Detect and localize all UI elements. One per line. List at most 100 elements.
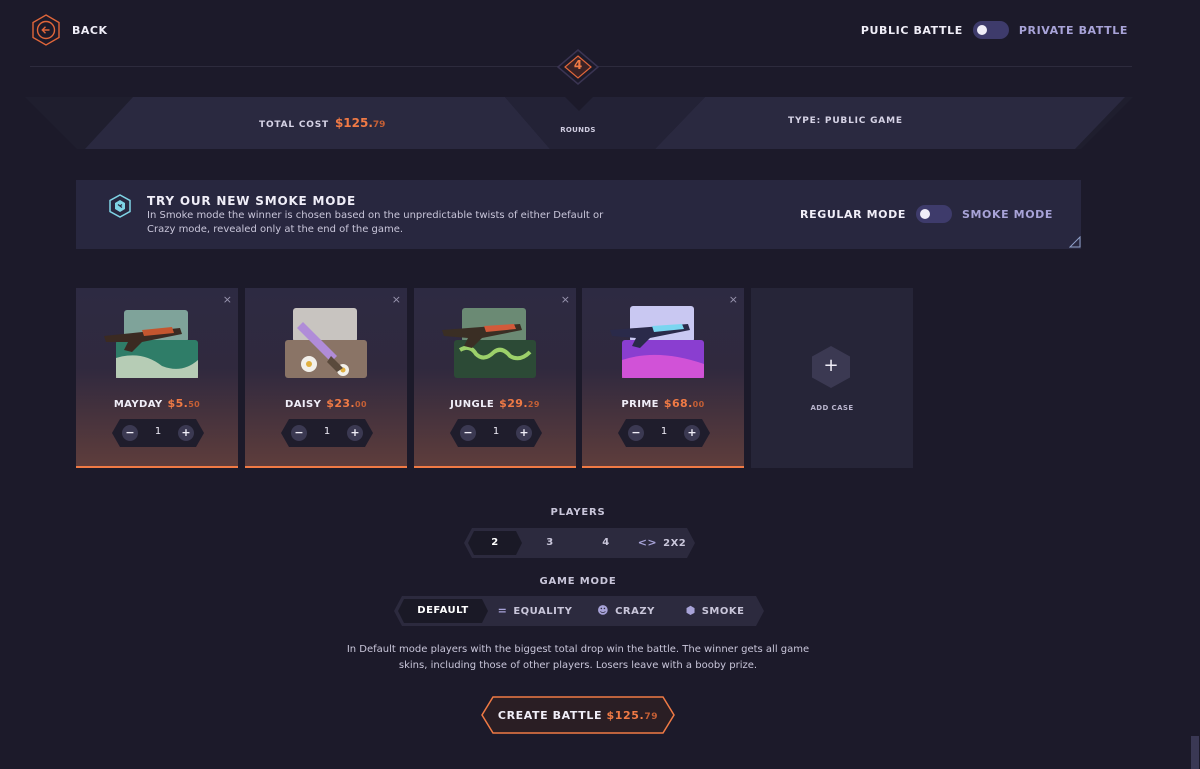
smoke-mode-toggle[interactable] — [915, 205, 952, 223]
players-option-2x2[interactable]: <> 2X2 — [634, 528, 690, 558]
toggle-knob — [976, 25, 987, 35]
quantity-value: 1 — [323, 426, 331, 437]
decrement-button[interactable]: − — [628, 425, 644, 441]
game-mode-label: GAME MODE — [539, 576, 617, 587]
plus-icon: + — [823, 355, 839, 376]
players-option-4[interactable]: 4 — [580, 528, 632, 558]
quantity-value: 1 — [492, 426, 500, 437]
total-cost: TOTAL COST $125.79 — [259, 116, 385, 130]
quantity-stepper: − 1 + — [281, 419, 373, 447]
case-price: $29. — [499, 397, 528, 410]
game-mode-description: In Default mode players with the biggest… — [0, 642, 1156, 674]
case-price: $23. — [326, 397, 356, 410]
back-button[interactable]: BACK — [30, 14, 108, 46]
smoke-mode-label[interactable]: SMOKE MODE — [962, 208, 1053, 221]
increment-button[interactable]: + — [516, 425, 532, 441]
remove-case-icon[interactable]: × — [392, 293, 401, 306]
case-name-row: MAYDAY $5.50 — [76, 397, 238, 410]
total-cost-label: TOTAL COST — [259, 120, 329, 130]
scrollbar-thumb[interactable] — [1191, 736, 1199, 769]
case-card-daisy: × DAISY $23.00 − 1 + — [245, 288, 407, 468]
quantity-value: 1 — [660, 426, 668, 437]
remove-case-icon[interactable]: × — [561, 293, 570, 306]
add-case-label: ADD CASE — [810, 404, 854, 412]
create-battle-text: CREATE BATTLE $125.79 — [481, 709, 675, 722]
crazy-face-icon: ☻ — [597, 604, 610, 617]
smoke-icon: ⬢ — [685, 604, 696, 617]
resize-corner-icon — [1069, 236, 1081, 248]
battle-privacy-switch: PUBLIC BATTLE PRIVATE BATTLE — [861, 21, 1128, 39]
increment-button[interactable]: + — [178, 425, 194, 441]
create-battle-label: CREATE BATTLE — [497, 709, 603, 722]
case-price: $5. — [167, 397, 189, 410]
regular-mode-label[interactable]: REGULAR MODE — [800, 208, 906, 221]
decrement-button[interactable]: − — [122, 425, 138, 441]
increment-button[interactable]: + — [684, 425, 700, 441]
create-battle-price-cents: 79 — [644, 712, 659, 722]
equality-icon: = — [497, 604, 508, 617]
case-name-row: PRIME $68.00 — [582, 397, 744, 410]
case-mayday-image — [104, 310, 198, 378]
case-jungle-image — [442, 308, 536, 378]
mode-option-crazy-label: CRAZY — [615, 606, 655, 617]
smoke-mode-switch: REGULAR MODE SMOKE MODE — [800, 205, 1053, 223]
game-type-label: TYPE: PUBLIC GAME — [788, 116, 903, 126]
mode-option-equality-label: EQUALITY — [513, 606, 573, 617]
mode-option-crazy[interactable]: ☻ CRAZY — [586, 596, 666, 626]
rounds-label: ROUNDS — [560, 126, 596, 134]
case-price-cents: 50 — [188, 400, 201, 409]
players-label: PLAYERS — [550, 507, 606, 518]
increment-button[interactable]: + — [347, 425, 363, 441]
game-mode-selector: DEFAULT = EQUALITY ☻ CRAZY ⬢ SMOKE — [394, 596, 764, 626]
case-name: PRIME — [621, 399, 659, 410]
create-battle-price-main: $125. — [606, 709, 645, 722]
private-battle-label[interactable]: PRIVATE BATTLE — [1019, 24, 1128, 37]
case-card-mayday: × MAYDAY $5.50 − 1 + — [76, 288, 238, 468]
total-cost-value: $125.79 — [335, 116, 386, 130]
case-price: $68. — [663, 397, 693, 410]
quantity-value: 1 — [154, 426, 162, 437]
mode-option-equality[interactable]: = EQUALITY — [492, 596, 578, 626]
promo-description: In Smoke mode the winner is chosen based… — [147, 210, 604, 235]
quantity-stepper: − 1 + — [450, 419, 542, 447]
game-mode-description-line: skins, including those of other players.… — [398, 660, 758, 671]
create-battle-button[interactable]: CREATE BATTLE $125.79 — [481, 696, 675, 734]
case-price-cents: 00 — [355, 400, 367, 409]
mode-option-default[interactable]: DEFAULT — [400, 596, 486, 626]
players-option-3[interactable]: 3 — [524, 528, 576, 558]
swap-arrows-icon: <> — [637, 536, 658, 549]
remove-case-icon[interactable]: × — [223, 293, 232, 306]
case-prime-image — [610, 306, 704, 378]
back-label: BACK — [72, 23, 108, 37]
case-name-row: DAISY $23.00 — [245, 397, 407, 410]
smoke-mode-icon — [109, 194, 131, 218]
summary-bar-shape — [25, 97, 1133, 149]
total-cost-cents: 79 — [372, 120, 386, 130]
remove-case-icon[interactable]: × — [729, 293, 738, 306]
public-battle-label[interactable]: PUBLIC BATTLE — [861, 24, 963, 37]
case-name: JUNGLE — [450, 399, 495, 410]
game-mode-description-line: In Default mode players with the biggest… — [346, 644, 810, 655]
players-option-2x2-label: 2X2 — [663, 538, 687, 549]
decrement-button[interactable]: − — [291, 425, 307, 441]
case-price-cents: 29 — [527, 400, 540, 409]
case-price-cents: 00 — [692, 400, 705, 409]
add-case-button[interactable]: + ADD CASE — [751, 288, 913, 468]
privacy-toggle[interactable] — [972, 21, 1009, 39]
toggle-knob — [919, 209, 930, 219]
case-name: DAISY — [285, 399, 322, 410]
quantity-stepper: − 1 + — [618, 419, 710, 447]
battle-summary-bar — [25, 97, 1133, 149]
rounds-value: 4 — [573, 58, 583, 72]
players-option-2[interactable]: 2 — [470, 528, 520, 558]
case-name: MAYDAY — [113, 399, 163, 410]
players-selector: 2 3 4 <> 2X2 — [464, 528, 695, 558]
create-battle-price: $125.79 — [607, 709, 659, 722]
back-arrow-icon — [32, 14, 60, 46]
promo-title: TRY OUR NEW SMOKE MODE — [147, 194, 357, 208]
case-card-jungle: × JUNGLE $29.29 − 1 + — [414, 288, 576, 468]
case-daisy-image — [285, 308, 367, 378]
case-card-prime: × PRIME $68.00 − 1 + — [582, 288, 744, 468]
decrement-button[interactable]: − — [460, 425, 476, 441]
mode-option-smoke[interactable]: ⬢ SMOKE — [674, 596, 756, 626]
